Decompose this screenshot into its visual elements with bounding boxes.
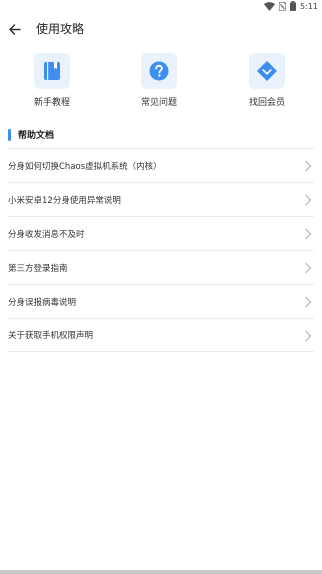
chevron-right-icon (305, 160, 312, 172)
list-item-title: 分身如何切换Chaos虚拟机系统（内核） (8, 161, 162, 172)
chevron-right-icon (305, 228, 312, 240)
list-item-title: 第三方登录指南 (8, 263, 68, 274)
book-icon (44, 62, 60, 80)
shortcut-tile (249, 53, 285, 89)
section-accent-bar (8, 128, 11, 141)
chevron-right-icon (305, 330, 312, 342)
help-doc-list: 分身如何切换Chaos虚拟机系统（内核） 小米安卓12分身使用异常说明 分身收发… (8, 148, 314, 352)
status-icons: 5:11 (264, 1, 318, 11)
list-item[interactable]: 分身收发消息不及时 (8, 216, 314, 250)
list-item-title: 分身收发消息不及时 (8, 229, 85, 240)
wifi-icon (264, 1, 276, 11)
shortcut-tile (34, 53, 70, 89)
shortcut-recover-membership[interactable]: 找回会员 (232, 53, 302, 108)
shortcut-beginner-tutorial[interactable]: 新手教程 (17, 53, 87, 108)
back-button[interactable] (7, 21, 23, 37)
chevron-right-icon (305, 262, 312, 274)
shortcut-label: 新手教程 (33, 98, 70, 108)
section-header: 帮助文档 (8, 128, 54, 141)
section-title: 帮助文档 (18, 131, 55, 141)
question-icon (149, 61, 169, 81)
shortcut-row: 新手教程 常见问题 找回会员 (0, 53, 322, 109)
sim-icon (279, 1, 287, 11)
list-item-title: 小米安卓12分身使用异常说明 (8, 195, 121, 206)
list-item-title: 关于获取手机权限声明 (8, 331, 94, 341)
status-time: 5:11 (300, 1, 318, 11)
chevron-right-icon (305, 296, 312, 308)
list-item[interactable]: 小米安卓12分身使用异常说明 (8, 182, 314, 216)
shortcut-label: 找回会员 (248, 98, 285, 108)
list-item[interactable]: 关于获取手机权限声明 (8, 318, 314, 352)
list-item[interactable]: 分身误报病毒说明 (8, 284, 314, 318)
page-title: 使用攻略 (36, 22, 85, 36)
status-bar: 5:11 (0, 0, 322, 14)
arrow-left-icon (9, 23, 21, 35)
chevron-right-icon (305, 194, 312, 206)
shortcut-faq[interactable]: 常见问题 (124, 53, 194, 108)
diamond-icon (257, 61, 277, 81)
app-bar: 使用攻略 (0, 14, 322, 44)
shortcut-tile (141, 53, 177, 89)
list-item[interactable]: 分身如何切换Chaos虚拟机系统（内核） (8, 148, 314, 182)
shortcut-label: 常见问题 (140, 98, 177, 108)
battery-icon (290, 1, 297, 11)
list-item[interactable]: 第三方登录指南 (8, 250, 314, 284)
navigation-bar-edge (0, 570, 322, 574)
list-item-title: 分身误报病毒说明 (8, 297, 77, 308)
